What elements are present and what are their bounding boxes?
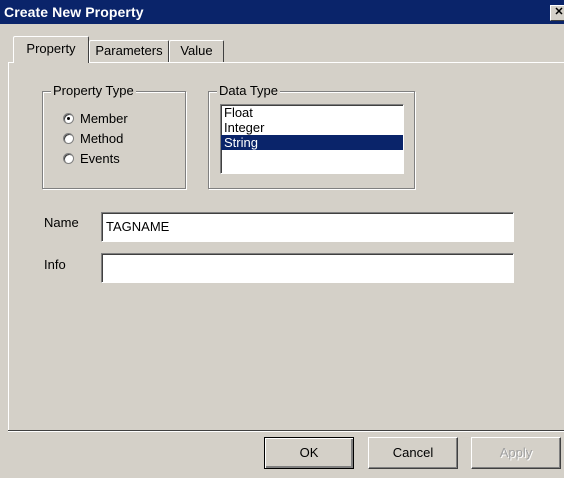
radio-label: Method [80,131,124,146]
button-separator [8,430,564,432]
tab-label: Parameters [95,43,163,58]
radio-member[interactable]: Member [63,110,128,128]
radio-method[interactable]: Method [63,130,123,148]
cancel-button-label: Cancel [392,445,434,460]
radio-label: Member [80,111,128,126]
property-type-group: Property Type Member Method Events [42,83,186,189]
tab-parameters[interactable]: Parameters [89,40,169,62]
apply-button-label: Apply [499,445,533,460]
name-label: Name [44,215,79,230]
radio-unchecked-icon [63,153,74,164]
close-icon[interactable]: ✕ [550,5,564,21]
group-label: Property Type [51,83,136,99]
radio-label: Events [80,151,120,166]
radio-checked-icon [63,113,74,124]
name-field[interactable]: TAGNAME [101,212,514,242]
cancel-button[interactable]: Cancel [368,437,458,469]
tab-property[interactable]: Property [13,36,89,63]
list-item-string[interactable]: String [221,135,403,150]
tab-label: Value [180,43,213,58]
title-bar[interactable]: Create New Property ✕ [0,0,564,24]
group-label: Data Type [217,83,281,99]
apply-button[interactable]: Apply [471,437,561,469]
tab-label: Property [26,41,76,56]
data-type-listbox[interactable]: Float Integer String [220,104,404,174]
list-item-float[interactable]: Float [221,105,403,120]
info-field[interactable] [101,253,514,283]
list-item-integer[interactable]: Integer [221,120,403,135]
window-title: Create New Property [4,4,144,20]
info-label: Info [44,257,66,272]
ok-button-label: OK [299,445,319,460]
radio-events[interactable]: Events [63,150,120,168]
radio-unchecked-icon [63,133,74,144]
tab-value[interactable]: Value [169,40,224,62]
ok-button[interactable]: OK [264,437,354,469]
